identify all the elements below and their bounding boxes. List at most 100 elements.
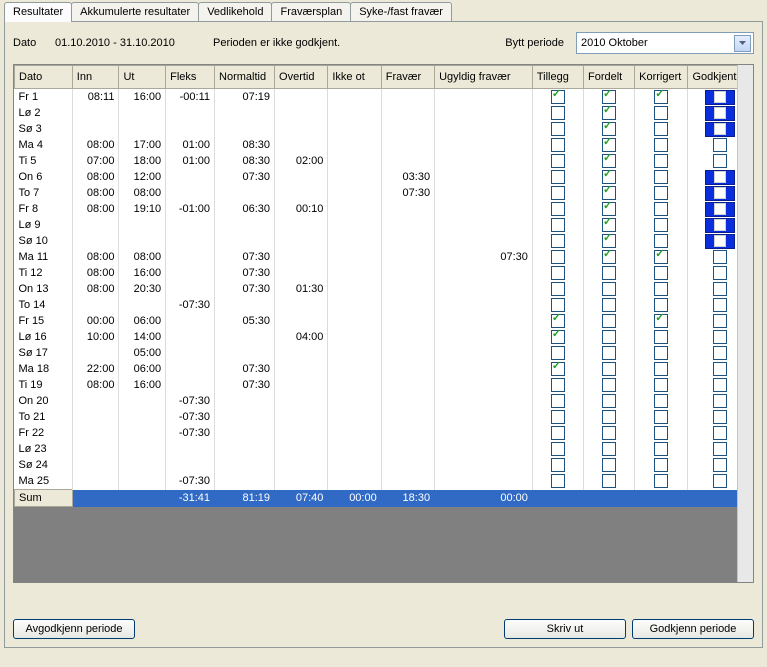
checkbox[interactable] — [602, 170, 616, 184]
approved-indicator[interactable] — [705, 218, 735, 233]
checkbox[interactable] — [602, 106, 616, 120]
tab-syke-fast-frav-r[interactable]: Syke-/fast fravær — [350, 2, 452, 21]
checkbox[interactable] — [551, 170, 565, 184]
checkbox[interactable] — [654, 202, 668, 216]
checkbox[interactable] — [602, 250, 616, 264]
checkbox[interactable] — [551, 266, 565, 280]
checkbox[interactable] — [654, 170, 668, 184]
checkbox[interactable] — [713, 266, 727, 280]
checkbox[interactable] — [713, 442, 727, 456]
col-ikke-ot[interactable]: Ikke ot — [328, 66, 381, 89]
table-row[interactable]: Fr 108:1116:00-00:1107:19 — [15, 89, 753, 106]
checkbox[interactable] — [713, 474, 727, 488]
tab-akkumulerte-resultater[interactable]: Akkumulerte resultater — [71, 2, 199, 21]
col-dato[interactable]: Dato — [15, 66, 73, 89]
checkbox[interactable] — [551, 346, 565, 360]
checkbox[interactable] — [602, 474, 616, 488]
tab-frav-rsplan[interactable]: Fraværsplan — [271, 2, 351, 21]
checkbox[interactable] — [654, 250, 668, 264]
col-normaltid[interactable]: Normaltid — [215, 66, 275, 89]
checkbox[interactable] — [654, 474, 668, 488]
table-row[interactable]: To 14-07:30 — [15, 297, 753, 313]
table-row[interactable]: Ma 25-07:30 — [15, 473, 753, 490]
checkbox[interactable] — [654, 154, 668, 168]
table-row[interactable]: Ma 1822:0006:0007:30 — [15, 361, 753, 377]
checkbox[interactable] — [713, 426, 727, 440]
checkbox[interactable] — [654, 138, 668, 152]
checkbox[interactable] — [551, 138, 565, 152]
checkbox[interactable] — [551, 218, 565, 232]
checkbox[interactable] — [602, 90, 616, 104]
checkbox[interactable] — [654, 458, 668, 472]
checkbox[interactable] — [602, 458, 616, 472]
checkbox[interactable] — [551, 154, 565, 168]
approved-indicator[interactable] — [705, 202, 735, 217]
table-row[interactable]: Ma 408:0017:0001:0008:30 — [15, 137, 753, 153]
checkbox[interactable] — [654, 362, 668, 376]
checkbox[interactable] — [654, 90, 668, 104]
checkbox[interactable] — [713, 314, 727, 328]
checkbox[interactable] — [713, 346, 727, 360]
checkbox[interactable] — [713, 330, 727, 344]
checkbox[interactable] — [551, 298, 565, 312]
checkbox[interactable] — [654, 218, 668, 232]
checkbox[interactable] — [551, 330, 565, 344]
col-ugyldig-frav-r[interactable]: Ugyldig fravær — [435, 66, 533, 89]
print-button[interactable]: Skriv ut — [504, 619, 626, 639]
checkbox[interactable] — [713, 298, 727, 312]
checkbox[interactable] — [551, 442, 565, 456]
approved-indicator[interactable] — [705, 122, 735, 137]
unapprove-period-button[interactable]: Avgodkjenn periode — [13, 619, 135, 639]
checkbox[interactable] — [602, 362, 616, 376]
checkbox[interactable] — [713, 378, 727, 392]
chevron-down-icon[interactable] — [734, 35, 751, 52]
checkbox[interactable] — [551, 90, 565, 104]
checkbox[interactable] — [713, 458, 727, 472]
checkbox[interactable] — [654, 346, 668, 360]
checkbox[interactable] — [602, 442, 616, 456]
table-row[interactable]: Sø 1705:00 — [15, 345, 753, 361]
checkbox[interactable] — [551, 378, 565, 392]
col-inn[interactable]: Inn — [72, 66, 119, 89]
checkbox[interactable] — [602, 218, 616, 232]
checkbox[interactable] — [551, 458, 565, 472]
table-row[interactable]: Ti 507:0018:0001:0008:3002:00 — [15, 153, 753, 169]
col-tillegg[interactable]: Tillegg — [532, 66, 583, 89]
checkbox[interactable] — [654, 234, 668, 248]
checkbox[interactable] — [654, 394, 668, 408]
checkbox[interactable] — [551, 106, 565, 120]
checkbox[interactable] — [654, 282, 668, 296]
table-row[interactable]: Lø 2 — [15, 105, 753, 121]
approved-indicator[interactable] — [705, 234, 735, 249]
table-row[interactable]: Fr 22-07:30 — [15, 425, 753, 441]
checkbox[interactable] — [551, 426, 565, 440]
checkbox[interactable] — [551, 122, 565, 136]
table-row[interactable]: Lø 1610:0014:0004:00 — [15, 329, 753, 345]
checkbox[interactable] — [654, 106, 668, 120]
checkbox[interactable] — [551, 362, 565, 376]
checkbox[interactable] — [713, 138, 727, 152]
col-frav-r[interactable]: Fravær — [381, 66, 434, 89]
table-row[interactable]: Ti 1908:0016:0007:30 — [15, 377, 753, 393]
checkbox[interactable] — [654, 314, 668, 328]
checkbox[interactable] — [654, 330, 668, 344]
col-ut[interactable]: Ut — [119, 66, 166, 89]
results-grid[interactable]: DatoInnUtFleksNormaltidOvertidIkke otFra… — [13, 64, 754, 583]
checkbox[interactable] — [602, 186, 616, 200]
checkbox[interactable] — [551, 394, 565, 408]
table-row[interactable]: Sø 3 — [15, 121, 753, 137]
checkbox[interactable] — [713, 362, 727, 376]
checkbox[interactable] — [551, 186, 565, 200]
period-select[interactable]: 2010 Oktober — [576, 32, 754, 54]
table-row[interactable]: Lø 9 — [15, 217, 753, 233]
approved-indicator[interactable] — [705, 186, 735, 201]
checkbox[interactable] — [551, 314, 565, 328]
checkbox[interactable] — [551, 410, 565, 424]
checkbox[interactable] — [602, 138, 616, 152]
checkbox[interactable] — [654, 426, 668, 440]
approved-indicator[interactable] — [705, 90, 735, 105]
vertical-scrollbar[interactable] — [737, 65, 753, 582]
checkbox[interactable] — [602, 266, 616, 280]
approved-indicator[interactable] — [705, 106, 735, 121]
table-row[interactable]: On 1308:0020:3007:3001:30 — [15, 281, 753, 297]
